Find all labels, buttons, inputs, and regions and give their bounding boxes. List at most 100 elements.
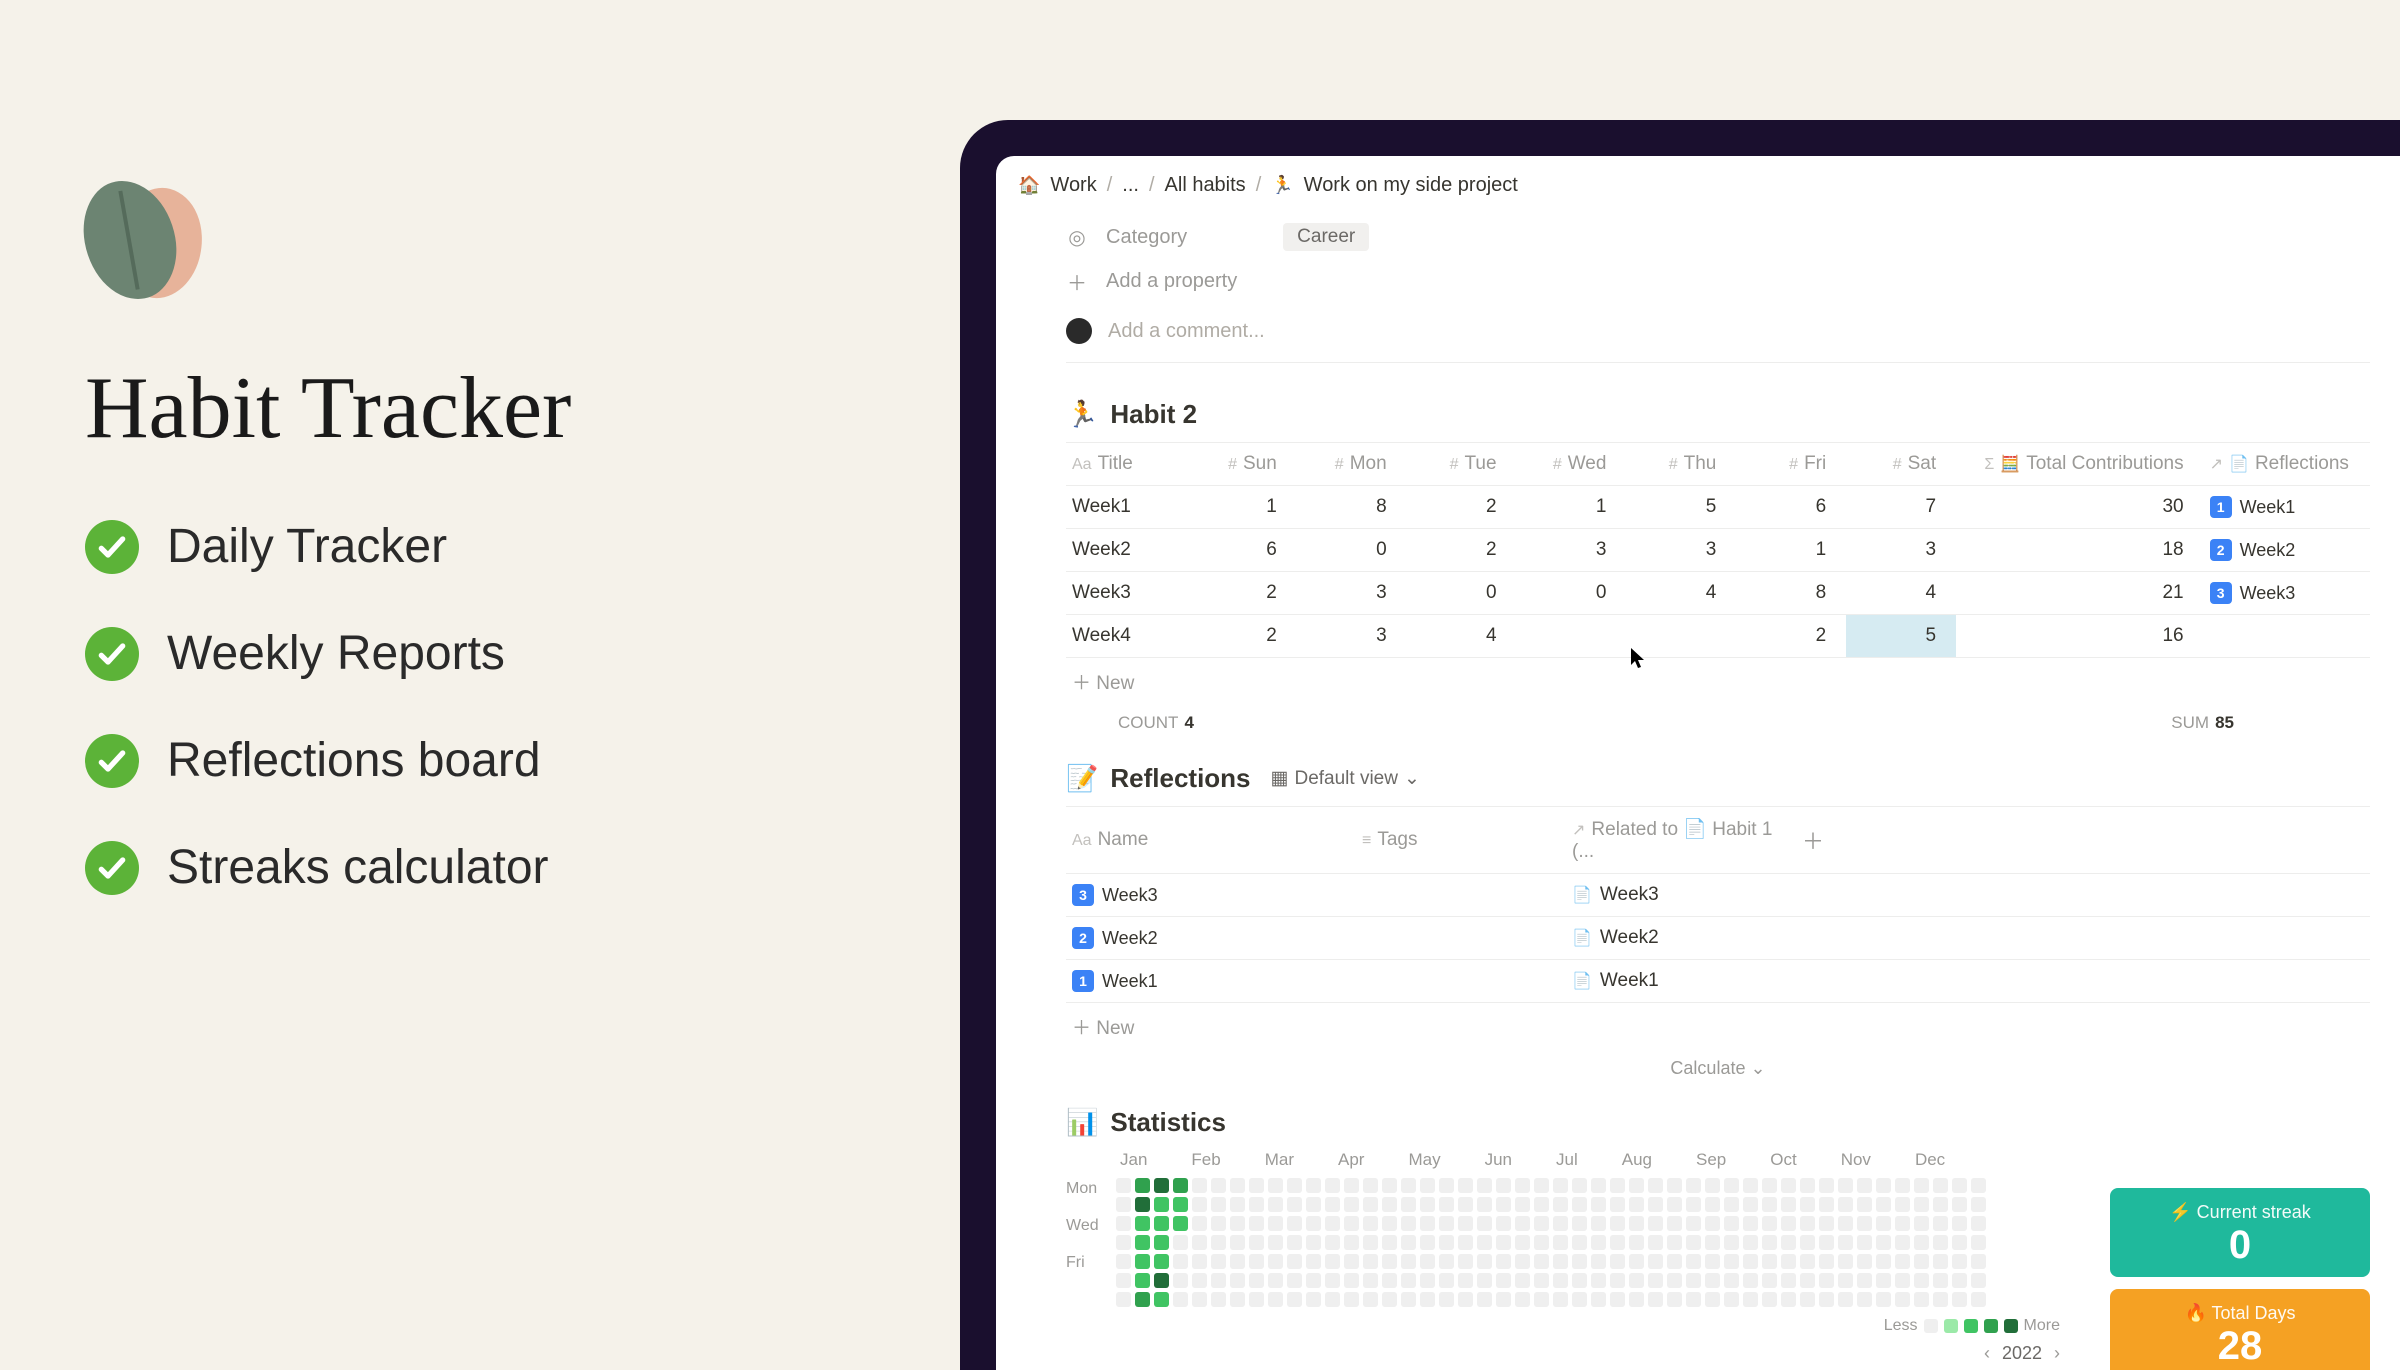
heatmap-cell[interactable]	[1173, 1235, 1188, 1250]
heatmap-cell[interactable]	[1534, 1235, 1549, 1250]
heatmap-cell[interactable]	[1895, 1235, 1910, 1250]
heatmap-cell[interactable]	[1819, 1292, 1834, 1307]
heatmap-cell[interactable]	[1515, 1197, 1530, 1212]
heatmap-cell[interactable]	[1515, 1273, 1530, 1288]
heatmap-cell[interactable]	[1211, 1216, 1226, 1231]
heatmap-cell[interactable]	[1249, 1254, 1264, 1269]
heatmap-cell[interactable]	[1705, 1254, 1720, 1269]
heatmap-cell[interactable]	[1230, 1254, 1245, 1269]
reflections-new-row[interactable]: ＋ New	[1066, 1003, 2370, 1050]
heatmap-cell[interactable]	[1211, 1273, 1226, 1288]
heatmap-cell[interactable]	[1382, 1254, 1397, 1269]
heatmap-cell[interactable]	[1458, 1197, 1473, 1212]
table-row[interactable]: Week42342516	[1066, 615, 2370, 658]
table-row[interactable]: Week32300484213Week3	[1066, 572, 2370, 615]
heatmap-cell[interactable]	[1705, 1273, 1720, 1288]
heatmap-cell[interactable]	[1686, 1178, 1701, 1193]
heatmap-cell[interactable]	[1344, 1292, 1359, 1307]
heatmap-cell[interactable]	[1363, 1235, 1378, 1250]
heatmap-cell[interactable]	[1933, 1292, 1948, 1307]
heatmap-cell[interactable]	[1496, 1273, 1511, 1288]
heatmap-cell[interactable]	[1420, 1197, 1435, 1212]
heatmap-cell[interactable]	[1895, 1273, 1910, 1288]
heatmap-cell[interactable]	[1629, 1292, 1644, 1307]
heatmap-cell[interactable]	[1781, 1178, 1796, 1193]
heatmap-cell[interactable]	[1610, 1178, 1625, 1193]
heatmap-cell[interactable]	[1230, 1292, 1245, 1307]
heatmap-cell[interactable]	[1686, 1292, 1701, 1307]
heatmap-cell[interactable]	[1800, 1235, 1815, 1250]
heatmap-cell[interactable]	[1686, 1273, 1701, 1288]
heatmap-cell[interactable]	[1268, 1178, 1283, 1193]
heatmap-cell[interactable]	[1344, 1197, 1359, 1212]
heatmap-cell[interactable]	[1154, 1178, 1169, 1193]
heatmap-cell[interactable]	[1743, 1273, 1758, 1288]
heatmap-cell[interactable]	[1249, 1216, 1264, 1231]
heatmap-cell[interactable]	[1800, 1273, 1815, 1288]
heatmap-cell[interactable]	[1895, 1178, 1910, 1193]
heatmap-cell[interactable]	[1325, 1216, 1340, 1231]
heatmap-cell[interactable]	[1154, 1254, 1169, 1269]
heatmap-cell[interactable]	[1838, 1216, 1853, 1231]
crumb-root[interactable]: Work	[1050, 174, 1096, 197]
heatmap-cell[interactable]	[1458, 1292, 1473, 1307]
heatmap-cell[interactable]	[1667, 1273, 1682, 1288]
table-row[interactable]: 3Week3📄Week3	[1066, 874, 2370, 917]
heatmap-cell[interactable]	[1173, 1216, 1188, 1231]
heatmap-cell[interactable]	[1211, 1292, 1226, 1307]
heatmap-cell[interactable]	[1952, 1273, 1967, 1288]
heatmap-cell[interactable]	[1211, 1197, 1226, 1212]
heatmap-cell[interactable]	[1971, 1235, 1986, 1250]
heatmap-cell[interactable]	[1249, 1178, 1264, 1193]
heatmap-cell[interactable]	[1952, 1292, 1967, 1307]
heatmap-cell[interactable]	[1572, 1178, 1587, 1193]
heatmap-cell[interactable]	[1914, 1254, 1929, 1269]
heatmap-cell[interactable]	[1971, 1178, 1986, 1193]
heatmap-cell[interactable]	[1249, 1273, 1264, 1288]
heatmap-cell[interactable]	[1496, 1197, 1511, 1212]
heatmap-cell[interactable]	[1629, 1197, 1644, 1212]
heatmap-cell[interactable]	[1230, 1197, 1245, 1212]
heatmap-cell[interactable]	[1325, 1273, 1340, 1288]
heatmap-cell[interactable]	[1420, 1216, 1435, 1231]
heatmap-cell[interactable]	[1781, 1235, 1796, 1250]
heatmap-cell[interactable]	[1135, 1197, 1150, 1212]
heatmap-cell[interactable]	[1154, 1216, 1169, 1231]
heatmap-cell[interactable]	[1895, 1292, 1910, 1307]
heatmap-cell[interactable]	[1116, 1254, 1131, 1269]
heatmap-cell[interactable]	[1477, 1197, 1492, 1212]
heatmap-cell[interactable]	[1344, 1273, 1359, 1288]
heatmap-cell[interactable]	[1857, 1197, 1872, 1212]
heatmap-cell[interactable]	[1591, 1292, 1606, 1307]
heatmap-cell[interactable]	[1667, 1216, 1682, 1231]
heatmap-cell[interactable]	[1572, 1254, 1587, 1269]
heatmap-cell[interactable]	[1268, 1254, 1283, 1269]
heatmap-cell[interactable]	[1135, 1254, 1150, 1269]
heatmap-cell[interactable]	[1116, 1235, 1131, 1250]
heatmap-cell[interactable]	[1534, 1254, 1549, 1269]
heatmap-cell[interactable]	[1477, 1178, 1492, 1193]
heatmap-cell[interactable]	[1667, 1178, 1682, 1193]
heatmap-cell[interactable]	[1249, 1197, 1264, 1212]
add-column-button[interactable]: ＋	[1796, 807, 2370, 874]
heatmap-cell[interactable]	[1116, 1197, 1131, 1212]
heatmap-cell[interactable]	[1819, 1254, 1834, 1269]
crumb-page[interactable]: Work on my side project	[1304, 174, 1518, 197]
heatmap-cell[interactable]	[1819, 1178, 1834, 1193]
heatmap-cell[interactable]	[1477, 1292, 1492, 1307]
heatmap-cell[interactable]	[1173, 1273, 1188, 1288]
heatmap-cell[interactable]	[1287, 1197, 1302, 1212]
category-tag[interactable]: Career	[1283, 223, 1369, 251]
heatmap-cell[interactable]	[1857, 1178, 1872, 1193]
heatmap-cell[interactable]	[1648, 1273, 1663, 1288]
heatmap-cell[interactable]	[1344, 1235, 1359, 1250]
heatmap-cell[interactable]	[1952, 1254, 1967, 1269]
heatmap-cell[interactable]	[1439, 1254, 1454, 1269]
heatmap-cell[interactable]	[1116, 1178, 1131, 1193]
heatmap-cell[interactable]	[1876, 1273, 1891, 1288]
heatmap-cell[interactable]	[1610, 1216, 1625, 1231]
heatmap-cell[interactable]	[1534, 1178, 1549, 1193]
heatmap-cell[interactable]	[1819, 1197, 1834, 1212]
heatmap-cell[interactable]	[1515, 1216, 1530, 1231]
heatmap-cell[interactable]	[1325, 1235, 1340, 1250]
